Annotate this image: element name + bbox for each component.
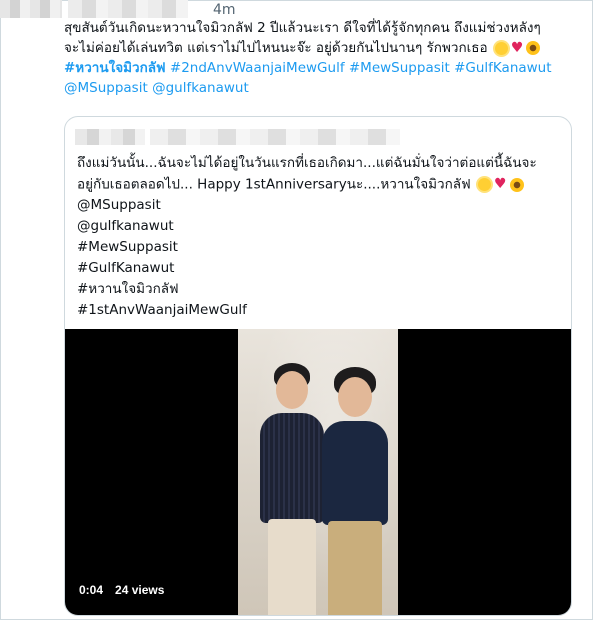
quoted-tag-line: #1stAnvWaanjaiMewGulf xyxy=(77,302,247,318)
hashtag-link[interactable]: #MewSuppasit xyxy=(349,60,450,76)
mentions-line: @MSuppasit @gulfkanawut xyxy=(64,78,584,98)
tweet-text-line: สุขสันต์วันเกิดนะหวานใจมิวกลัฟ 2 ปีแล้วน… xyxy=(64,20,541,36)
sun-emoji-icon xyxy=(494,41,508,55)
quoted-tag-line: #MewSuppasit xyxy=(77,239,178,255)
quoted-blurred-username xyxy=(150,129,400,145)
hashtag-link[interactable]: #หวานใจมิวกลัฟ xyxy=(64,60,166,76)
quoted-tweet[interactable]: ถึงแม่วันนั้น...ฉันจะไม่ได้อยู่ในวันแรกท… xyxy=(64,116,572,616)
hashtag-link[interactable]: #GulfKanawut xyxy=(454,60,551,76)
quoted-text-line: อยู่กับเธอตลอดไป... Happy 1stAnniversary… xyxy=(77,174,567,195)
quoted-text-line-2: อยู่กับเธอตลอดไป... Happy 1stAnniversary… xyxy=(77,176,471,193)
person-right-head xyxy=(338,377,372,417)
person-left-head xyxy=(276,371,308,409)
quoted-blurred-avatar xyxy=(75,129,145,145)
video-thumbnail xyxy=(238,329,398,615)
tweet-text-line-2: จะไม่ค่อยได้เล่นทวิต แต่เราไม่ไปไหนนะจ๊ะ… xyxy=(64,40,488,56)
video-views: 24 views xyxy=(115,583,165,597)
blurred-username[interactable] xyxy=(68,0,188,18)
person-right-pants xyxy=(328,521,382,615)
mention-link[interactable]: @MSuppasit xyxy=(64,80,148,96)
sunflower-emoji-icon xyxy=(526,41,541,55)
red-heart-emoji-icon: ♥ xyxy=(493,176,507,192)
tweet-body: สุขสันต์วันเกิดนะหวานใจมิวกลัฟ 2 ปีแล้วน… xyxy=(64,18,584,98)
tweet-text-line: จะไม่ค่อยได้เล่นทวิต แต่เราไม่ไปไหนนะจ๊ะ… xyxy=(64,38,584,58)
quoted-tag-line: #หวานใจมิวกลัฟ xyxy=(77,281,179,297)
person-right-shirt xyxy=(322,421,388,525)
video-player[interactable]: 0:04 24 views xyxy=(65,329,571,615)
blurred-avatar[interactable] xyxy=(0,0,62,18)
tweet-timestamp[interactable]: 4m xyxy=(213,2,236,18)
person-left xyxy=(256,359,326,615)
quoted-tag-line: #GulfKanawut xyxy=(77,260,175,276)
quoted-tweet-body: ถึงแม่วันนั้น...ฉันจะไม่ได้อยู่ในวันแรกท… xyxy=(77,153,567,321)
sun-emoji-icon xyxy=(477,178,491,191)
mention-link[interactable]: @gulfkanawut xyxy=(152,80,249,96)
video-duration: 0:04 xyxy=(79,583,104,597)
red-heart-emoji-icon: ♥ xyxy=(510,40,524,56)
person-left-shirt xyxy=(260,413,324,523)
person-right xyxy=(318,367,392,615)
video-stats: 0:04 24 views xyxy=(79,583,176,597)
sunflower-emoji-icon xyxy=(509,177,524,192)
person-left-pants xyxy=(268,519,316,615)
hashtags-line: #หวานใจมิวกลัฟ #2ndAnvWaanjaiMewGulf #Me… xyxy=(64,58,584,78)
quoted-text-line: ถึงแม่วันนั้น...ฉันจะไม่ได้อยู่ในวันแรกท… xyxy=(77,155,537,171)
quoted-tag-line: @MSuppasit xyxy=(77,197,161,213)
hashtag-link[interactable]: #2ndAnvWaanjaiMewGulf xyxy=(170,60,345,76)
quoted-tag-line: @gulfkanawut xyxy=(77,218,174,234)
